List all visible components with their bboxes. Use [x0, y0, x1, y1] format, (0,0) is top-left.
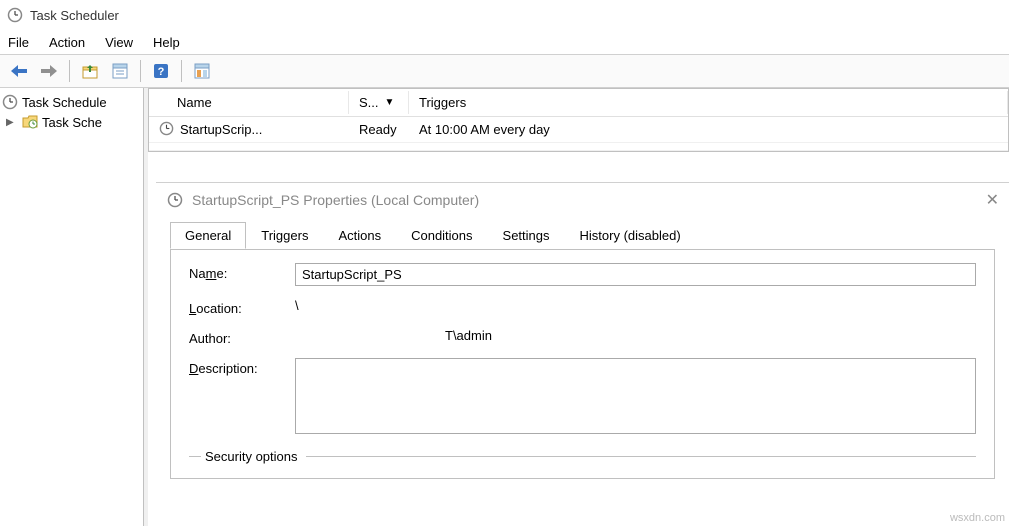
watermark: wsxdn.com [950, 512, 1005, 524]
description-input[interactable] [295, 358, 976, 434]
sort-arrow-icon: ▼ [385, 97, 395, 108]
clock-icon [159, 121, 174, 139]
task-row[interactable]: StartupScrip... Ready At 10:00 AM every … [149, 117, 1008, 143]
tab-conditions[interactable]: Conditions [396, 222, 487, 249]
author-label: Author: [189, 328, 295, 346]
column-name[interactable]: Name [149, 91, 349, 114]
column-status[interactable]: S...▼ [349, 91, 409, 114]
app-icon [6, 6, 24, 24]
column-triggers[interactable]: Triggers [409, 91, 1008, 114]
close-button[interactable]: ✕ [986, 190, 999, 210]
tab-history[interactable]: History (disabled) [565, 222, 696, 249]
tree-child-label: Task Sche [42, 115, 102, 130]
help-button[interactable]: ? [148, 58, 174, 84]
tab-actions[interactable]: Actions [323, 222, 396, 249]
tree-child-node[interactable]: ▶ Task Sche [2, 112, 141, 132]
task-status-cell: Ready [349, 120, 409, 139]
tab-triggers[interactable]: Triggers [246, 222, 323, 249]
svg-text:?: ? [158, 66, 165, 78]
tree-root-node[interactable]: Task Schedule [2, 92, 141, 112]
location-value: \ [295, 298, 976, 313]
task-row [149, 143, 1008, 151]
task-list: Name S...▼ Triggers StartupScrip... Read… [148, 88, 1009, 152]
task-triggers-cell: At 10:00 AM every day [409, 120, 1008, 139]
tab-settings[interactable]: Settings [488, 222, 565, 249]
tab-content-general: Name: Location: \ Author: T\admin Descri… [170, 249, 995, 479]
security-options-group: Security options [189, 449, 976, 464]
tree-panel: Task Schedule ▶ Task Sche [0, 88, 144, 526]
menu-action[interactable]: Action [49, 35, 85, 50]
menu-view[interactable]: View [105, 35, 133, 50]
titlebar: Task Scheduler [0, 0, 1009, 30]
menu-file[interactable]: File [8, 35, 29, 50]
task-name-cell: StartupScrip... [149, 119, 349, 141]
refresh-button[interactable] [189, 58, 215, 84]
clock-icon [166, 191, 184, 209]
properties-title: StartupScript_PS Properties (Local Compu… [192, 192, 479, 208]
properties-body: General Triggers Actions Conditions Sett… [156, 217, 1009, 479]
window-title: Task Scheduler [30, 8, 119, 23]
folder-icon [22, 114, 38, 130]
properties-button[interactable] [107, 58, 133, 84]
toolbar-separator [140, 60, 141, 82]
toolbar: ? [0, 54, 1009, 88]
menu-help[interactable]: Help [153, 35, 180, 50]
chevron-right-icon[interactable]: ▶ [6, 117, 18, 128]
tab-general[interactable]: General [170, 222, 246, 249]
task-list-header: Name S...▼ Triggers [149, 89, 1008, 117]
tree-root-label: Task Schedule [22, 95, 107, 110]
name-input[interactable] [295, 263, 976, 286]
location-label: Location: [189, 298, 295, 316]
up-button[interactable] [77, 58, 103, 84]
forward-button[interactable] [36, 58, 62, 84]
description-label: Description: [189, 358, 295, 376]
security-options-label: Security options [201, 449, 302, 464]
tab-strip: General Triggers Actions Conditions Sett… [170, 222, 995, 250]
toolbar-separator [181, 60, 182, 82]
properties-dialog: StartupScript_PS Properties (Local Compu… [156, 182, 1009, 526]
back-button[interactable] [6, 58, 32, 84]
toolbar-separator [69, 60, 70, 82]
author-value: T\admin [295, 328, 976, 343]
properties-titlebar: StartupScript_PS Properties (Local Compu… [156, 183, 1009, 217]
clock-icon [2, 94, 18, 110]
name-label: Name: [189, 263, 295, 281]
menubar: File Action View Help [0, 30, 1009, 54]
